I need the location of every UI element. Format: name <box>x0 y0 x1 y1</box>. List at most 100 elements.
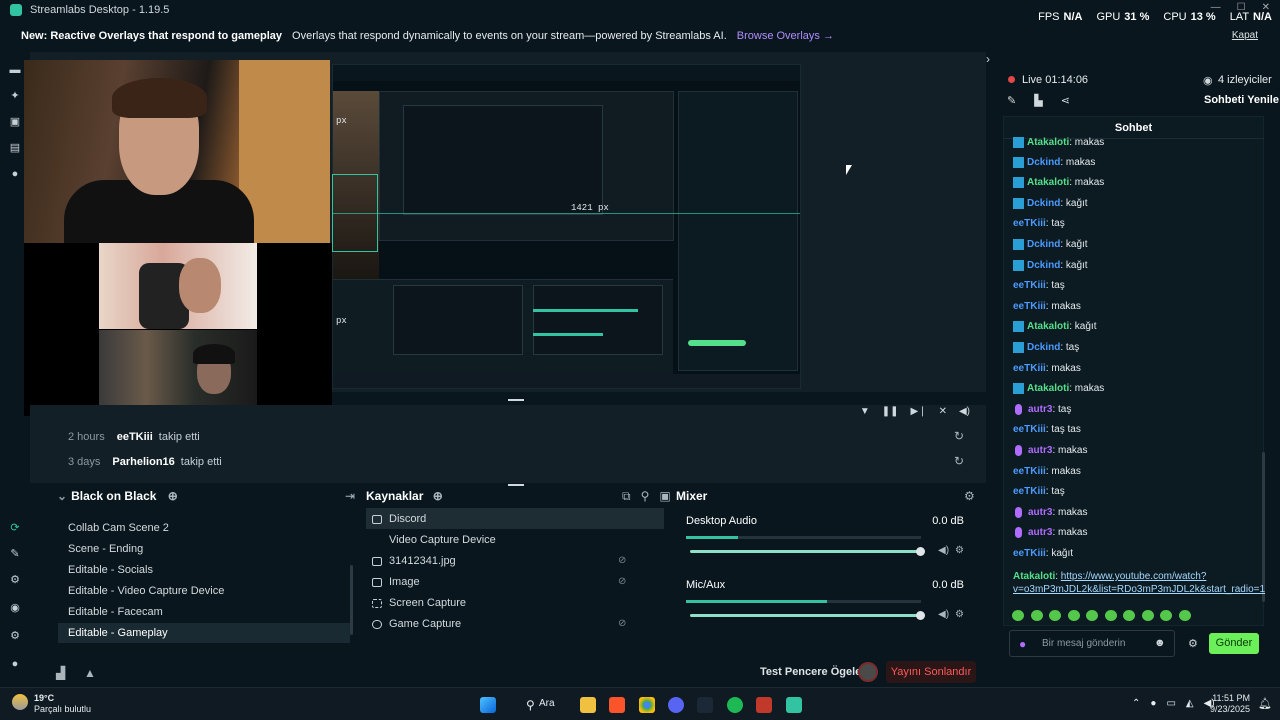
filter-icon[interactable]: ▼ <box>860 406 870 417</box>
volume-slider-knob[interactable] <box>916 611 925 620</box>
display-tray-icon[interactable]: ▭ <box>1166 698 1175 709</box>
emote-icon[interactable] <box>1012 610 1024 621</box>
scene-item[interactable]: Editable - Socials <box>68 564 153 576</box>
chat-username[interactable]: Dckind <box>1027 239 1060 250</box>
share-icon[interactable]: ⋖ <box>1061 94 1070 107</box>
chat-username[interactable]: eeTKiii <box>1013 486 1046 497</box>
steam-icon[interactable] <box>697 697 713 713</box>
volume-slider[interactable] <box>690 550 920 553</box>
chat-username[interactable]: Atakaloti <box>1027 383 1069 394</box>
webcam-main[interactable] <box>24 60 330 243</box>
scene-item[interactable]: Collab Cam Scene 2 <box>68 522 169 534</box>
mute-alerts-icon[interactable]: ✕ <box>939 406 947 417</box>
chat-username[interactable]: eeTKiii <box>1013 301 1046 312</box>
chat-username[interactable]: Dckind <box>1027 342 1060 353</box>
source-item[interactable]: Discord <box>372 513 426 525</box>
chat-username[interactable]: Dckind <box>1027 157 1060 168</box>
themes-icon[interactable]: ✦ <box>9 90 21 102</box>
resize-handle[interactable] <box>508 484 524 486</box>
filter-sources-icon[interactable]: ⚲ <box>641 489 650 504</box>
studio-mode-icon[interactable]: ⟳ <box>9 522 21 534</box>
emote-icon[interactable] <box>1030 610 1043 621</box>
volume-slider-knob[interactable] <box>916 547 925 556</box>
visibility-off-icon[interactable]: ⊘ <box>618 555 626 566</box>
notifications-icon[interactable]: ▲ <box>84 666 96 680</box>
pause-icon[interactable]: ❚❚ <box>882 406 899 417</box>
test-widgets-label[interactable]: Test Pencere Ögeleri <box>760 666 869 678</box>
chat-username[interactable]: Dckind <box>1027 198 1060 209</box>
weather-widget[interactable]: 19°C Parçalı bulutlu <box>34 693 91 715</box>
source-item[interactable]: 31412341.jpg <box>372 555 456 567</box>
chat-username[interactable]: Atakaloti <box>1027 177 1069 188</box>
selection-box[interactable] <box>332 174 378 252</box>
emote-icon[interactable] <box>1049 610 1061 621</box>
repeat-alert-icon[interactable]: ↻ <box>954 429 964 443</box>
chat-username[interactable]: eeTKiii <box>1013 466 1046 477</box>
weather-icon[interactable] <box>12 694 28 710</box>
source-item[interactable]: Screen Capture <box>372 597 466 609</box>
layout-icon[interactable]: ▤ <box>9 142 21 154</box>
mic-tray-icon[interactable]: ● <box>1150 698 1156 709</box>
chat-username[interactable]: eeTKiii <box>1013 548 1046 559</box>
chat-input[interactable]: Bir mesaj gönderin <box>1009 630 1175 657</box>
resize-handle[interactable] <box>508 399 524 401</box>
taskbar-search[interactable]: Ara <box>539 698 555 709</box>
source-item[interactable]: Image <box>372 576 420 588</box>
file-explorer-icon[interactable] <box>580 697 596 713</box>
collapse-chat-icon[interactable]: › <box>986 52 998 68</box>
chat-username[interactable]: Dckind <box>1027 260 1060 271</box>
view-icon[interactable]: ◉ <box>9 602 21 614</box>
scene-item[interactable]: Scene - Ending <box>68 543 143 555</box>
start-icon[interactable] <box>480 697 496 713</box>
profile-icon[interactable]: ● <box>9 658 21 670</box>
webcam-guest-1[interactable] <box>99 243 257 329</box>
scenes-scrollbar[interactable] <box>350 565 353 635</box>
emote-icon[interactable] <box>1104 610 1117 621</box>
emote-icon[interactable] <box>1123 610 1135 621</box>
chat-scrollbar[interactable] <box>1262 452 1265 602</box>
stream-preview[interactable]: 1421 px <box>332 64 801 389</box>
chat-username[interactable]: autr3 <box>1028 404 1052 415</box>
discord-icon[interactable] <box>668 697 684 713</box>
chat-username[interactable]: eeTKiii <box>1013 363 1046 374</box>
play-icon[interactable]: ● <box>9 168 21 180</box>
plugins-icon[interactable]: ⚙ <box>9 574 21 586</box>
mute-icon[interactable]: ◀) <box>938 609 949 620</box>
chat-username[interactable]: autr3 <box>1028 507 1052 518</box>
emoji-icon[interactable]: ☻ <box>1154 637 1166 649</box>
channel-settings-icon[interactable]: ⚙ <box>955 545 964 556</box>
network-icon[interactable]: ◭ <box>1186 698 1194 709</box>
send-button[interactable]: Gönder <box>1209 633 1259 654</box>
source-item[interactable]: Game Capture <box>372 618 461 630</box>
browse-overlays-link[interactable]: Browse Overlays → <box>737 30 834 42</box>
taskbar-clock[interactable]: 11:51 PM 9/23/2025 <box>1210 693 1250 715</box>
stats-icon[interactable]: ▟ <box>56 666 65 680</box>
moderation-icon[interactable]: ▙ <box>1034 94 1042 107</box>
brave-icon[interactable] <box>609 697 625 713</box>
banner-close-link[interactable]: Kapat <box>1232 30 1258 41</box>
chat-username[interactable]: Atakaloti <box>1027 137 1069 148</box>
app-icon[interactable] <box>756 697 772 713</box>
end-stream-button[interactable]: Yayını Sonlandır <box>886 661 976 683</box>
chat-username[interactable]: Atakaloti <box>1027 321 1069 332</box>
streamlabs-taskbar-icon[interactable] <box>786 697 802 713</box>
volume-slider[interactable] <box>690 614 920 617</box>
emote-icon[interactable] <box>1141 610 1154 621</box>
emote-icon[interactable] <box>1160 610 1172 621</box>
repeat-alert-icon[interactable]: ↻ <box>954 454 964 468</box>
chat-username[interactable]: autr3 <box>1028 527 1052 538</box>
folder-icon[interactable]: ▣ <box>659 489 670 504</box>
chat-settings-icon[interactable]: ⚙ <box>1188 637 1198 650</box>
add-scene-icon[interactable]: ⊕ <box>168 489 178 503</box>
record-button[interactable] <box>858 662 878 682</box>
settings-icon[interactable]: ⚙ <box>9 630 21 642</box>
chat-username[interactable]: eeTKiii <box>1013 280 1046 291</box>
scene-item-selected[interactable]: Editable - Gameplay <box>68 627 168 639</box>
scene-transition-icon[interactable]: ⇥ <box>345 489 355 503</box>
webcam-guest-2[interactable] <box>99 330 257 416</box>
search-icon[interactable]: ⚲ <box>526 698 535 712</box>
scene-item[interactable]: Editable - Video Capture Device <box>68 585 224 597</box>
chat-username[interactable]: eeTKiii <box>1013 218 1046 229</box>
source-item[interactable]: Video Capture Device <box>372 534 496 546</box>
volume-icon[interactable]: ◀) <box>959 406 970 417</box>
